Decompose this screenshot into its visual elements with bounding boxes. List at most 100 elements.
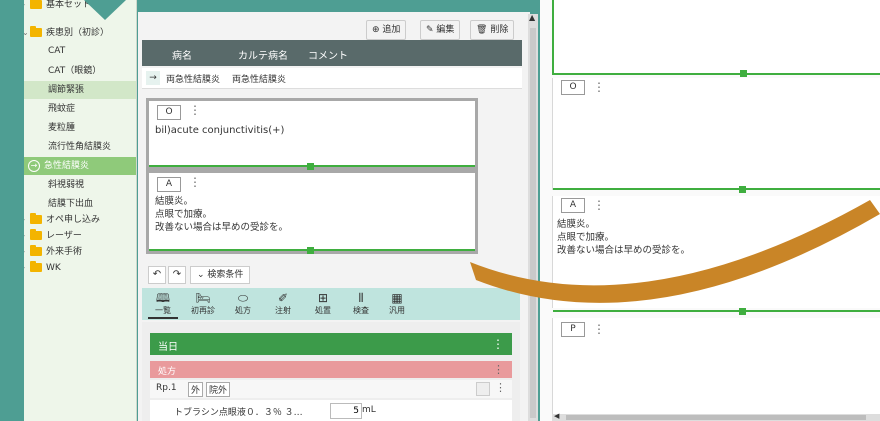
tree-item-cat[interactable]: CAT bbox=[24, 42, 136, 60]
tree-item-label: 斜視弱視 bbox=[48, 180, 85, 190]
a-section-text[interactable]: 結膜炎。 点眼で加療。 改善ない場合は早めの受診を。 bbox=[155, 195, 288, 234]
checkbox[interactable] bbox=[476, 382, 490, 396]
tree-item-accommodative-tension[interactable]: 調節緊張 bbox=[24, 81, 136, 99]
tree-item-floaters[interactable]: 飛蚊症 bbox=[24, 100, 136, 118]
tree-item-label: 飛蚊症 bbox=[48, 104, 76, 114]
tab-label: 処置 bbox=[315, 306, 331, 315]
p-section-tag: P bbox=[561, 322, 585, 337]
tab-visit[interactable]: 🛏 初再診 bbox=[188, 291, 218, 316]
chevron-right-icon[interactable]: › bbox=[24, 0, 25, 14]
redo-icon[interactable]: ↷ bbox=[168, 266, 186, 284]
today-header[interactable]: 当日 ⋮ bbox=[150, 333, 512, 355]
scroll-up-icon[interactable]: ▲ bbox=[529, 13, 535, 22]
tree-item-ekc[interactable]: 流行性角結膜炎 bbox=[24, 138, 136, 156]
a-section-card[interactable]: A ⋮ 結膜炎。 点眼で加療。 改善ない場合は早めの受診を。 bbox=[146, 170, 478, 254]
resize-handle[interactable] bbox=[739, 186, 746, 193]
tab-prescription[interactable]: ⬭ 処方 bbox=[228, 291, 258, 316]
tree-item-label: 流行性角結膜炎 bbox=[48, 142, 112, 152]
undo-icon[interactable]: ↶ bbox=[148, 266, 166, 284]
tree-item-cat-glasses[interactable]: CAT（眼鏡） bbox=[24, 62, 136, 80]
tab-label: 汎用 bbox=[389, 306, 405, 315]
tab-test[interactable]: ⫴ 検査 bbox=[346, 291, 376, 316]
kebab-menu-icon[interactable]: ⋮ bbox=[493, 363, 504, 376]
scroll-thumb[interactable] bbox=[566, 415, 866, 420]
trash-icon: 🗑 bbox=[476, 25, 488, 35]
kebab-menu-icon[interactable]: ⋮ bbox=[495, 381, 506, 394]
kebab-menu-icon[interactable]: ⋮ bbox=[492, 337, 504, 351]
a-line: 改善ない場合は早めの受診を。 bbox=[557, 245, 691, 256]
pill-icon: ⬭ bbox=[237, 291, 249, 305]
tab-label: 処方 bbox=[235, 306, 251, 315]
chevron-down-icon[interactable]: ⌄ bbox=[24, 24, 29, 42]
prescription-label: 処方 bbox=[158, 367, 177, 377]
folder-icon bbox=[30, 213, 42, 224]
tab-treatment[interactable]: ⊞ 処置 bbox=[308, 291, 338, 316]
a-section-tag: A bbox=[561, 198, 585, 213]
add-label: 追加 bbox=[382, 25, 401, 35]
search-conditions-button[interactable]: ⌄ 検索条件 bbox=[190, 266, 251, 284]
resize-handle[interactable] bbox=[739, 308, 746, 315]
a-section-text[interactable]: 結膜炎。 点眼で加療。 改善ない場合は早めの受診を。 bbox=[557, 218, 690, 257]
folder-icon bbox=[30, 229, 42, 240]
active-tab-indicator bbox=[148, 317, 178, 319]
col-comment[interactable]: コメント bbox=[308, 47, 348, 62]
tree-item-label: WK bbox=[46, 263, 61, 273]
col-chart-disease[interactable]: カルテ病名 bbox=[238, 47, 288, 62]
rp-row[interactable]: Rp.1 外 院外 ⋮ bbox=[150, 380, 512, 398]
p-section-panel[interactable]: P ⋮ bbox=[552, 318, 880, 414]
scroll-left-icon[interactable]: ◀ bbox=[554, 412, 559, 420]
kebab-menu-icon[interactable]: ⋮ bbox=[593, 81, 605, 93]
o-section-panel[interactable]: O ⋮ bbox=[552, 78, 880, 193]
scroll-thumb[interactable] bbox=[530, 28, 536, 418]
a-line: 結膜炎。 bbox=[557, 219, 596, 230]
col-disease[interactable]: 病名 bbox=[172, 47, 192, 62]
kebab-menu-icon[interactable]: ⋮ bbox=[189, 176, 201, 188]
vertical-scrollbar[interactable]: ▲ bbox=[528, 13, 538, 421]
o-section-tag: O bbox=[561, 80, 585, 95]
a-section-panel[interactable]: A ⋮ 結膜炎。 点眼で加療。 改善ない場合は早めの受診を。 bbox=[552, 196, 880, 315]
edit-label: 編集 bbox=[436, 25, 455, 35]
arrow-right-icon: → bbox=[146, 71, 160, 85]
chevron-right-icon[interactable]: › bbox=[24, 259, 25, 277]
tree-item-label: 麦粒腫 bbox=[48, 123, 76, 133]
edit-button[interactable]: ✎ 編集 bbox=[420, 20, 461, 40]
folder-icon bbox=[30, 245, 42, 256]
tree-item-disease-first[interactable]: ⌄ 疾患別（初診） bbox=[24, 24, 136, 42]
resize-handle[interactable] bbox=[307, 247, 314, 254]
tree-item-label: 調節緊張 bbox=[48, 85, 85, 95]
add-button[interactable]: ⊕ 追加 bbox=[366, 20, 407, 40]
drug-row[interactable]: トブラシン点眼液０．３％ ３… mL bbox=[150, 400, 512, 421]
tree-item-acute-conjunctivitis[interactable]: → 急性結膜炎 bbox=[24, 157, 136, 175]
resize-handle[interactable] bbox=[740, 70, 747, 77]
quantity-input[interactable] bbox=[330, 403, 362, 419]
tab-injection[interactable]: ✐ 注射 bbox=[268, 291, 298, 316]
resize-handle[interactable] bbox=[307, 163, 314, 170]
s-section-card[interactable] bbox=[552, 0, 880, 77]
o-section-text[interactable]: bil)acute conjunctivitis(+) bbox=[155, 125, 284, 136]
o-section-card[interactable]: O ⋮ bil)acute conjunctivitis(+) bbox=[146, 98, 478, 170]
a-line: 改善ない場合は早めの受診を。 bbox=[155, 222, 289, 233]
arrow-right-circle-icon: → bbox=[28, 160, 40, 172]
outpatient-tag: 外 bbox=[188, 382, 204, 397]
book-icon: 🕮 bbox=[155, 291, 171, 305]
delete-button[interactable]: 🗑 削除 bbox=[470, 20, 515, 40]
today-label: 当日 bbox=[158, 342, 178, 353]
unit-label: mL bbox=[362, 405, 376, 415]
delete-label: 削除 bbox=[490, 25, 509, 35]
tree-item-hordeolum[interactable]: 麦粒腫 bbox=[24, 119, 136, 137]
prescription-header[interactable]: 処方 ⋮ bbox=[150, 361, 512, 378]
table-row[interactable]: → 両急性結膜炎 両急性結膜炎 bbox=[142, 68, 522, 89]
tab-label: 一覧 bbox=[155, 306, 171, 315]
kebab-menu-icon[interactable]: ⋮ bbox=[593, 199, 605, 211]
tree-item-label: CAT bbox=[48, 46, 66, 56]
kebab-menu-icon[interactable]: ⋮ bbox=[189, 104, 201, 116]
cell-chart-disease: 両急性結膜炎 bbox=[232, 75, 287, 85]
tab-label: 初再診 bbox=[191, 306, 215, 315]
tree-item-wk[interactable]: › WK bbox=[24, 259, 136, 277]
tab-general[interactable]: ▦ 汎用 bbox=[382, 291, 412, 316]
tree-item-strabismus[interactable]: 斜視弱視 bbox=[24, 176, 136, 194]
horizontal-scrollbar[interactable]: ◀ bbox=[552, 412, 880, 421]
kebab-menu-icon[interactable]: ⋮ bbox=[593, 323, 605, 335]
tab-list[interactable]: 🕮 一覧 bbox=[148, 291, 178, 319]
test-tube-icon: ⫴ bbox=[358, 291, 364, 305]
